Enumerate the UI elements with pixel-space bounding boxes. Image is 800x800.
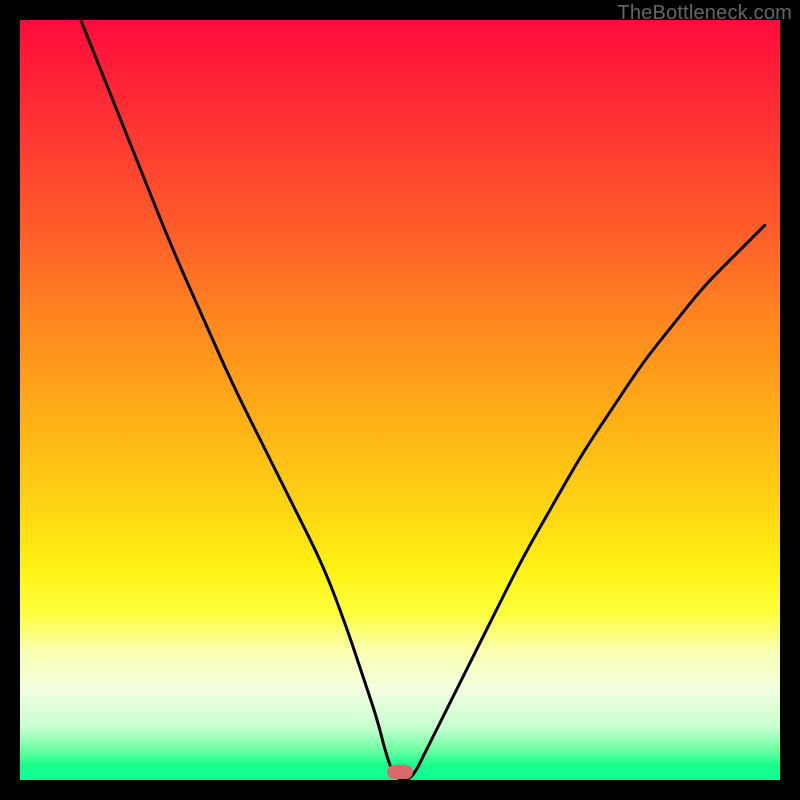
watermark-text: TheBottleneck.com (617, 2, 792, 25)
chart-frame: TheBottleneck.com (0, 0, 800, 800)
optimal-point-marker (387, 765, 413, 779)
bottleneck-curve (20, 20, 780, 780)
curve-path (81, 20, 765, 780)
plot-area (20, 20, 780, 780)
